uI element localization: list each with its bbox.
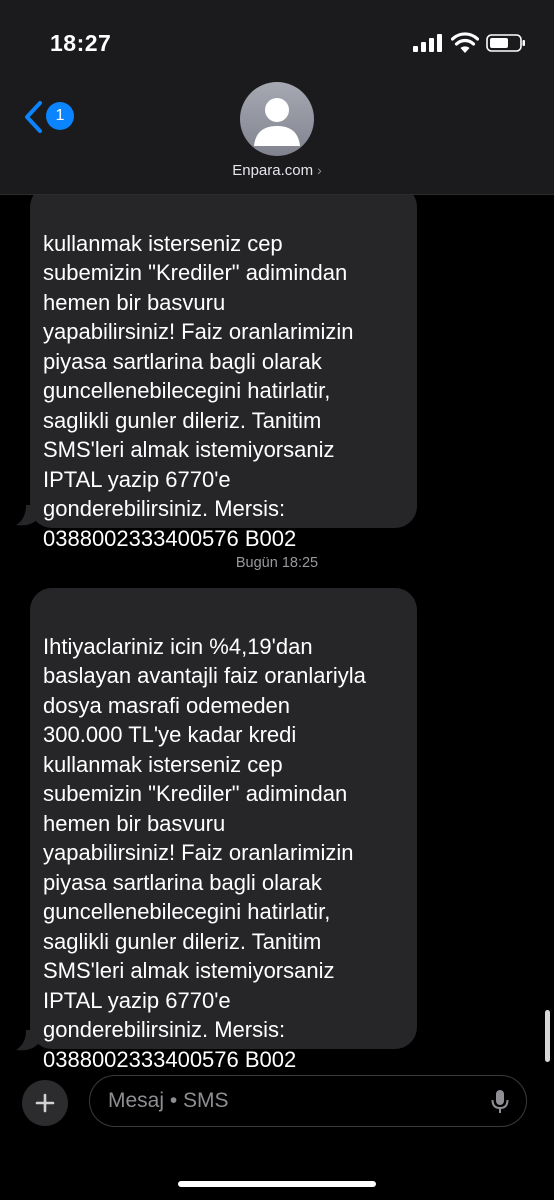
status-bar: 18:27 — [0, 0, 554, 80]
battery-icon — [486, 34, 525, 52]
bubble-tail — [16, 1030, 38, 1051]
contact-name: Enpara.com — [232, 162, 314, 179]
status-time: 18:27 — [50, 30, 112, 56]
message-bubble[interactable]: kullanmak isterseniz cep subemizin "Kred… — [30, 185, 417, 551]
wifi-icon — [451, 32, 479, 53]
plus-icon — [35, 1093, 55, 1113]
message-input-placeholder: Mesaj • SMS — [108, 1089, 229, 1112]
microphone-icon[interactable] — [490, 1089, 510, 1115]
contact-name-row[interactable]: Enpara.com › — [0, 162, 554, 179]
message-timestamp: Bugün 18:25 — [235, 555, 319, 571]
message-bubble[interactable]: Ihtiyaclariniz icin %4,19'dan baslayan a… — [30, 588, 417, 1070]
cellular-signal-icon — [413, 34, 442, 52]
unread-badge: 1 — [46, 102, 74, 130]
back-button[interactable]: 1 — [22, 100, 82, 134]
home-indicator[interactable] — [178, 1181, 376, 1187]
message-text: kullanmak isterseniz cep subemizin "Kred… — [43, 230, 354, 551]
person-icon — [254, 98, 300, 146]
conversation-header: 18:27 1 Enpara.com › — [0, 0, 554, 195]
bubble-tail — [16, 505, 38, 526]
message-text: Ihtiyaclariniz icin %4,19'dan baslayan a… — [43, 633, 366, 1071]
chevron-left-icon — [25, 101, 42, 133]
scrollbar[interactable] — [545, 1010, 550, 1062]
contact-avatar[interactable] — [240, 82, 314, 156]
message-input[interactable]: Mesaj • SMS — [89, 1075, 527, 1127]
chevron-right-icon: › — [317, 162, 322, 178]
add-attachment-button[interactable] — [22, 1080, 68, 1126]
